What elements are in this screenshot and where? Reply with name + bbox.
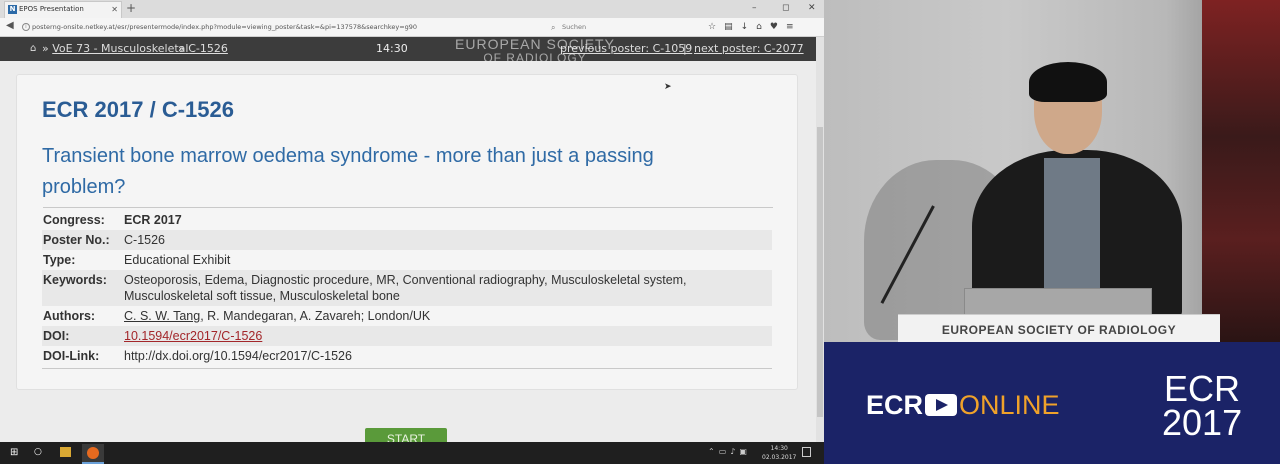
- toolbar-icons: ☆▤↓⌂♥≡: [708, 20, 801, 35]
- breadcrumb-separator: »: [178, 42, 185, 55]
- doi-link[interactable]: 10.1594/ecr2017/C-1526: [124, 329, 262, 343]
- poster-nav-bar: ⌂ » VoE 73 - Musculoskeletal » C-1526 14…: [0, 37, 816, 61]
- screen-capture: N EPOS Presentation ✕ + – ◻ ✕ ◀ i poster…: [0, 0, 824, 464]
- breadcrumb-poster-link[interactable]: C-1526: [188, 42, 228, 55]
- meta-row-type: Type: Educational Exhibit: [42, 250, 772, 270]
- bookmark-star-icon[interactable]: ☆: [708, 22, 724, 32]
- new-tab-button[interactable]: +: [126, 0, 136, 16]
- play-icon: [925, 394, 958, 416]
- windows-start-icon[interactable]: ⊞: [10, 447, 18, 458]
- meta-value: C-1526: [124, 233, 165, 247]
- url-text: posterng-onsite.netkey.at/esr/presenterm…: [32, 23, 418, 31]
- meta-label: Poster No.:: [43, 233, 110, 247]
- home-icon[interactable]: ⌂: [756, 22, 770, 32]
- site-favicon-icon: N: [8, 5, 17, 14]
- breadcrumb-session-link[interactable]: VoE 73 - Musculoskeletal: [52, 42, 188, 55]
- cortana-search-icon[interactable]: ○: [34, 447, 42, 457]
- info-icon[interactable]: i: [22, 23, 30, 31]
- meta-label: Authors:: [43, 309, 96, 323]
- window-minimize-button[interactable]: –: [752, 0, 757, 16]
- ecr-2017-logo: ECR 2017: [1162, 368, 1243, 443]
- windows-taskbar: ⊞ ○ ⌃▭♪▣ 14:30 02.03.2017: [0, 442, 824, 464]
- meta-row-doi-link: DOI-Link: http://dx.doi.org/10.1594/ecr2…: [42, 346, 772, 366]
- download-icon[interactable]: ↓: [741, 22, 757, 32]
- breadcrumb-separator: »: [42, 42, 49, 55]
- firefox-taskbar-button[interactable]: [82, 444, 104, 464]
- search-field[interactable]: ⌕ Suchen: [548, 20, 698, 35]
- author-link[interactable]: C. S. W. Tang: [124, 309, 200, 323]
- meta-row-poster-no: Poster No.: C-1526: [42, 230, 772, 250]
- poster-meta-table: Congress: ECR 2017 Poster No.: C-1526 Ty…: [42, 210, 772, 369]
- mouse-cursor-icon: ➤: [664, 82, 672, 92]
- search-icon: ⌕: [551, 23, 556, 32]
- meta-value: Educational Exhibit: [124, 253, 231, 267]
- tab-title: EPOS Presentation: [19, 5, 84, 13]
- menu-icon[interactable]: ≡: [786, 22, 802, 32]
- meta-label: DOI:: [43, 329, 70, 343]
- clock-date: 02.03.2017: [762, 454, 797, 461]
- ecr-online-logo: ECR ONLINE: [866, 390, 1060, 420]
- nav-separator: |: [683, 42, 687, 55]
- firefox-icon: [87, 447, 99, 459]
- browser-tab[interactable]: N EPOS Presentation ✕: [4, 1, 122, 18]
- divider: [43, 207, 773, 208]
- window-maximize-button[interactable]: ◻: [782, 0, 789, 16]
- meta-row-congress: Congress: ECR 2017: [42, 210, 772, 230]
- action-center-icon[interactable]: [802, 447, 811, 457]
- clock-time: 14:30: [770, 445, 788, 452]
- tab-close-icon[interactable]: ✕: [111, 2, 118, 17]
- online-word: ONLINE: [959, 390, 1060, 420]
- meta-label: Type:: [43, 253, 76, 267]
- poster-heading: ECR 2017 / C-1526: [42, 97, 234, 122]
- home-icon[interactable]: ⌂: [30, 43, 36, 54]
- pocket-icon[interactable]: ♥: [770, 22, 786, 32]
- ecr-online-banner: ECR ONLINE ECR 2017: [824, 342, 1280, 464]
- speaker-video: EUROPEAN SOCIETY OF RADIOLOGY: [824, 0, 1280, 342]
- search-placeholder: Suchen: [562, 23, 587, 31]
- breadcrumb-session[interactable]: » VoE 73 - Musculoskeletal: [42, 42, 188, 55]
- poster-title: Transient bone marrow oedema syndrome - …: [42, 145, 654, 198]
- meta-label: Congress:: [43, 213, 105, 227]
- taskbar-clock[interactable]: 14:30 02.03.2017: [762, 444, 796, 462]
- browser-tab-bar: N EPOS Presentation ✕ + – ◻ ✕: [0, 0, 824, 18]
- meta-label: DOI-Link:: [43, 349, 100, 363]
- breadcrumb-poster[interactable]: » C-1526: [178, 42, 228, 55]
- session-time: 14:30: [376, 42, 408, 55]
- podium: EUROPEAN SOCIETY OF RADIOLOGY: [898, 314, 1220, 342]
- meta-value: , R. Mandegaran, A. Zavareh; London/UK: [200, 309, 431, 323]
- ecr-big-line-2: 2017: [1162, 402, 1243, 443]
- meta-row-doi: DOI: 10.1594/ecr2017/C-1526: [42, 326, 772, 346]
- laptop: [964, 288, 1152, 316]
- meta-row-keywords: Keywords: Osteoporosis, Edema, Diagnosti…: [42, 270, 772, 306]
- next-poster-link[interactable]: next poster: C-2077: [694, 42, 804, 55]
- file-explorer-icon[interactable]: [60, 447, 71, 457]
- scrollbar[interactable]: [816, 37, 824, 442]
- ecr-word: ECR: [866, 390, 924, 420]
- url-field[interactable]: i posterng-onsite.netkey.at/esr/presente…: [20, 20, 540, 35]
- back-arrow-icon[interactable]: ◀: [6, 20, 14, 31]
- divider: [42, 368, 772, 369]
- stage-curtain: [1202, 0, 1280, 342]
- address-bar: ◀ i posterng-onsite.netkey.at/esr/presen…: [0, 18, 824, 37]
- window-close-button[interactable]: ✕: [808, 0, 816, 16]
- meta-value: ECR 2017: [124, 213, 182, 227]
- meta-label: Keywords:: [43, 273, 107, 287]
- speaker-shirt: [1044, 158, 1100, 298]
- scrollbar-thumb[interactable]: [817, 127, 823, 417]
- meta-value: Osteoporosis, Edema, Diagnostic procedur…: [124, 273, 687, 303]
- reading-list-icon[interactable]: ▤: [724, 22, 741, 32]
- ecr-big-line-1: ECR: [1163, 368, 1240, 409]
- speaker-hair: [1029, 62, 1107, 102]
- system-tray-icons[interactable]: ⌃▭♪▣: [708, 447, 751, 456]
- meta-row-authors: Authors: C. S. W. Tang, R. Mandegaran, A…: [42, 306, 772, 326]
- logo-line-1: EUROPEAN SOCIETY: [455, 36, 615, 52]
- meta-value: http://dx.doi.org/10.1594/ecr2017/C-1526: [124, 349, 352, 363]
